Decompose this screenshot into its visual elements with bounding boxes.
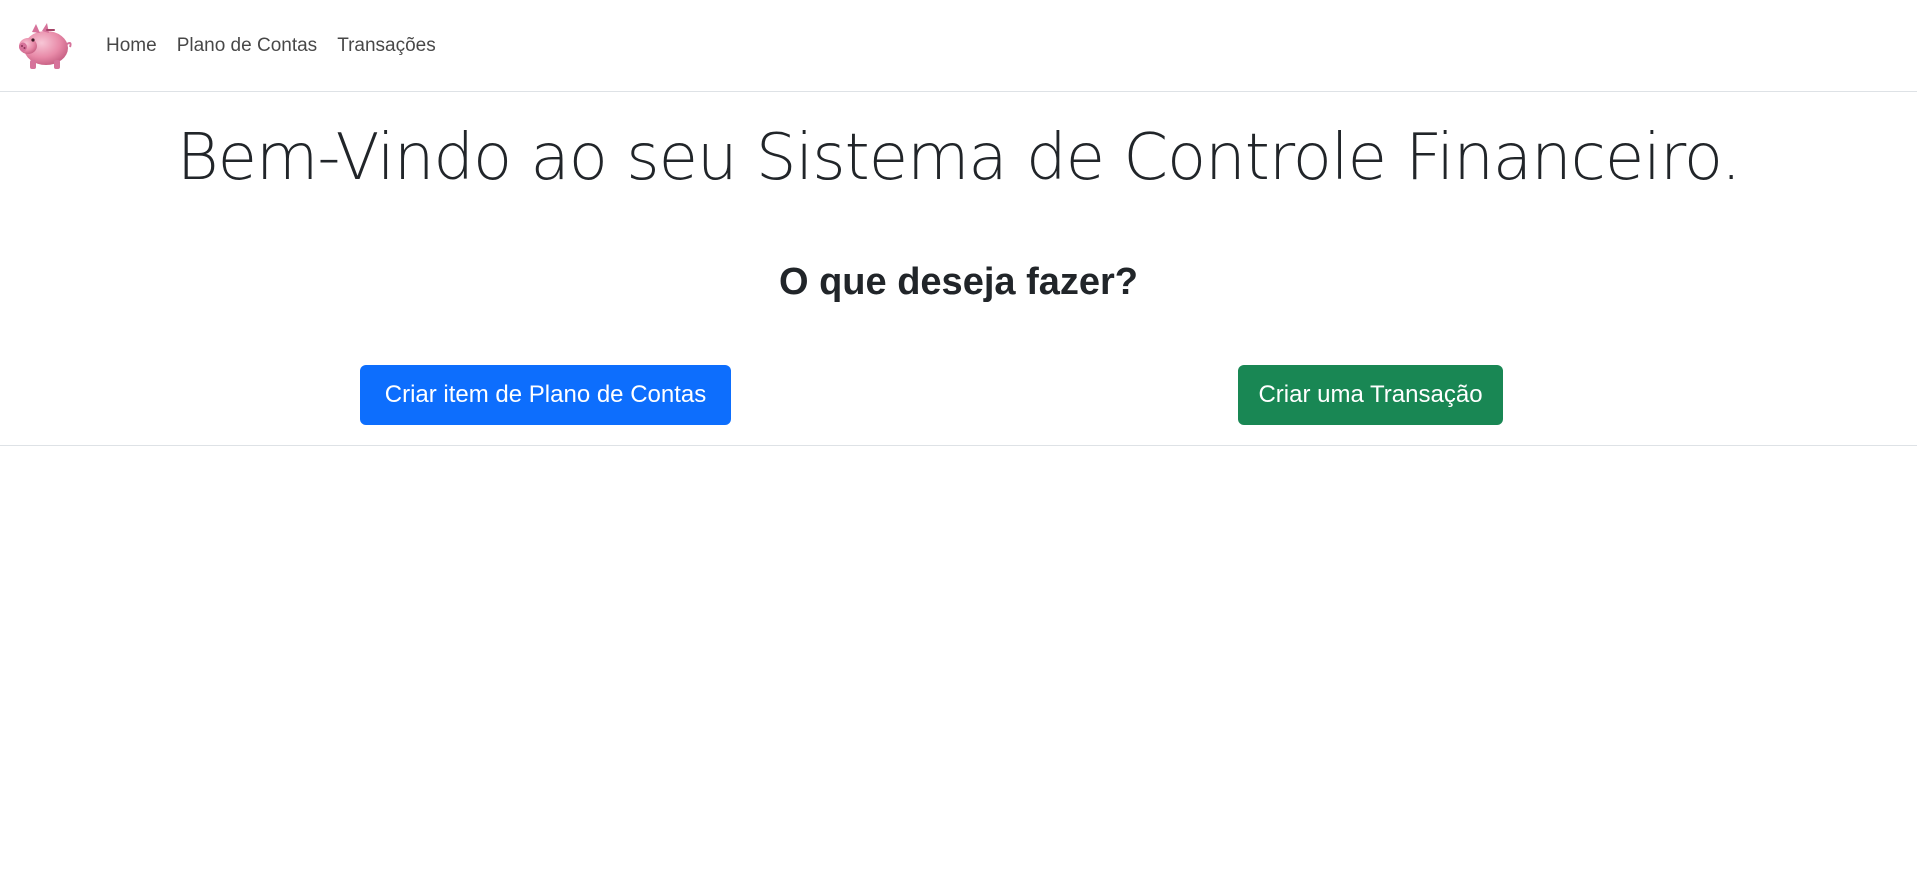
nav-link-transacoes[interactable]: Transações bbox=[327, 0, 446, 92]
nav-link-plano-de-contas[interactable]: Plano de Contas bbox=[167, 0, 328, 92]
hero-section: Bem-Vindo ao seu Sistema de Controle Fin… bbox=[0, 92, 1917, 446]
create-account-plan-button[interactable]: Criar item de Plano de Contas bbox=[360, 365, 731, 425]
piggy-bank-icon[interactable] bbox=[16, 18, 72, 72]
nav-links: Home Plano de Contas Transações bbox=[96, 0, 446, 92]
create-transaction-button[interactable]: Criar uma Transação bbox=[1238, 365, 1503, 425]
page-title: Bem-Vindo ao seu Sistema de Controle Fin… bbox=[176, 121, 1742, 195]
nav-link-home[interactable]: Home bbox=[96, 0, 167, 92]
action-prompt: O que deseja fazer? bbox=[778, 261, 1138, 303]
top-navbar: Home Plano de Contas Transações bbox=[0, 0, 1917, 92]
